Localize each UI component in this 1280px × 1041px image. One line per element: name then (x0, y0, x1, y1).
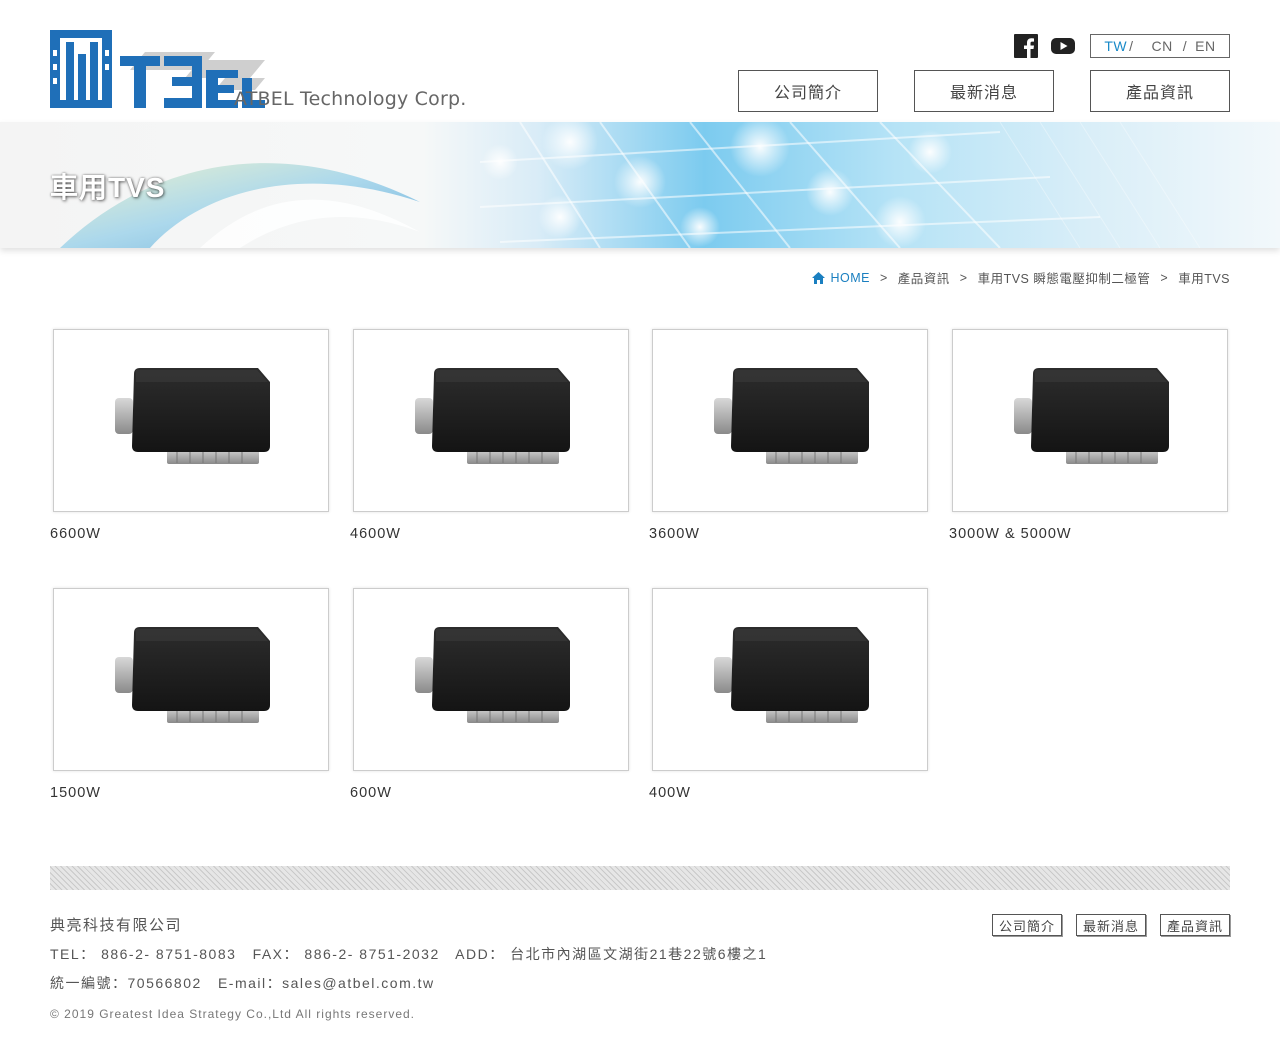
atbel-logo-icon (50, 30, 265, 108)
tvs-diode-image (115, 368, 270, 464)
product-card[interactable]: 1500W (50, 588, 329, 801)
product-label[interactable]: 3600W (649, 526, 700, 542)
footer-divider (50, 866, 1230, 890)
product-card[interactable]: 4600W (350, 329, 629, 542)
tvs-diode-image (415, 627, 570, 723)
product-card[interactable]: 400W (649, 588, 928, 801)
home-icon (812, 271, 826, 284)
product-card[interactable]: 6600W (50, 329, 329, 542)
product-label[interactable]: 400W (649, 785, 691, 801)
product-label[interactable]: 600W (350, 785, 392, 801)
page-banner: 車用TVS (0, 122, 1280, 248)
breadcrumb-separator: > (879, 270, 888, 285)
lang-en[interactable]: EN (1195, 38, 1215, 54)
copyright: © 2019 Greatest Idea Strategy Co.,Ltd Al… (50, 1007, 416, 1021)
site-header: ATBEL Technology Corp. TW / CN / EN 公司簡介 最… (0, 0, 1280, 122)
tel-label: TEL： (50, 946, 96, 962)
footer-nav-company-profile[interactable]: 公司簡介 (991, 914, 1062, 936)
email-label: E-mail： (217, 975, 283, 991)
product-label[interactable]: 6600W (50, 526, 101, 542)
lang-separator: / (1182, 38, 1188, 54)
tvs-diode-image (115, 627, 270, 723)
product-label[interactable]: 3000W & 5000W (949, 526, 1072, 542)
tvs-diode-image (714, 627, 869, 723)
nav-company-profile[interactable]: 公司簡介 (738, 70, 878, 112)
footer-nav-latest-news[interactable]: 最新消息 (1075, 914, 1146, 936)
breadcrumb-item-category[interactable]: 車用TVS 瞬態電壓抑制二極管 (978, 268, 1151, 287)
lang-cn[interactable]: CN (1152, 38, 1173, 54)
lang-tw[interactable]: TW (1104, 38, 1127, 54)
product-thumbnail[interactable] (652, 588, 928, 771)
breadcrumb: HOME > 產品資訊 > 車用TVS 瞬態電壓抑制二極管 > 車用TVS (812, 268, 1230, 287)
fax-label: FAX： (252, 946, 300, 962)
nav-products[interactable]: 產品資訊 (1090, 70, 1230, 112)
address-value: 台北市內湖區文湖街21巷22號6樓之1 (510, 946, 768, 962)
footer-nav-products[interactable]: 產品資訊 (1159, 914, 1230, 936)
product-thumbnail[interactable] (53, 329, 329, 512)
social-links (1014, 34, 1075, 58)
breadcrumb-home[interactable]: HOME (812, 271, 870, 285)
product-card[interactable]: 3600W (649, 329, 928, 542)
address-label: ADD： (455, 946, 505, 962)
product-thumbnail[interactable] (353, 588, 629, 771)
product-label[interactable]: 1500W (50, 785, 101, 801)
fax-value: 886-2- 8751-2032 (304, 946, 440, 962)
language-switcher: TW / CN / EN (1090, 34, 1230, 58)
facebook-icon[interactable] (1014, 34, 1038, 58)
footer-tax-line: 統一編號：70566802 E-mail：sales@atbel.com.tw (50, 973, 1230, 993)
banner-background (0, 122, 1280, 248)
tvs-diode-image (714, 368, 869, 464)
product-thumbnail[interactable] (353, 329, 629, 512)
tel-value: 886-2- 8751-8083 (101, 946, 237, 962)
tax-id-label: 統一編號： (50, 975, 128, 991)
tvs-diode-image (415, 368, 570, 464)
page-title: 車用TVS (50, 172, 166, 203)
breadcrumb-item-products[interactable]: 產品資訊 (898, 268, 950, 287)
product-thumbnail[interactable] (53, 588, 329, 771)
product-card[interactable]: 3000W & 5000W (949, 329, 1228, 542)
email-link[interactable]: sales@atbel.com.tw (282, 975, 434, 991)
breadcrumb-item-current: 車用TVS (1178, 272, 1230, 286)
footer-nav: 公司簡介 最新消息 產品資訊 (991, 914, 1230, 936)
product-thumbnail[interactable] (652, 329, 928, 512)
footer-contact-line: TEL： 886-2- 8751-8083 FAX： 886-2- 8751-2… (50, 944, 1230, 964)
breadcrumb-separator: > (1160, 270, 1169, 285)
breadcrumb-home-label: HOME (830, 270, 870, 285)
breadcrumb-separator: > (959, 270, 968, 285)
logo-text: ATBEL Technology Corp. (234, 88, 467, 110)
main-nav: 公司簡介 最新消息 產品資訊 (738, 70, 1230, 112)
tax-id-value: 70566802 (127, 975, 202, 991)
atbel-logo[interactable]: ATBEL Technology Corp. (50, 30, 480, 114)
lang-separator: / (1129, 38, 1134, 54)
tvs-diode-image (1014, 368, 1169, 464)
product-label[interactable]: 4600W (350, 526, 401, 542)
nav-latest-news[interactable]: 最新消息 (914, 70, 1054, 112)
youtube-icon[interactable] (1051, 34, 1075, 58)
product-card[interactable]: 600W (350, 588, 629, 801)
product-thumbnail[interactable] (952, 329, 1228, 512)
